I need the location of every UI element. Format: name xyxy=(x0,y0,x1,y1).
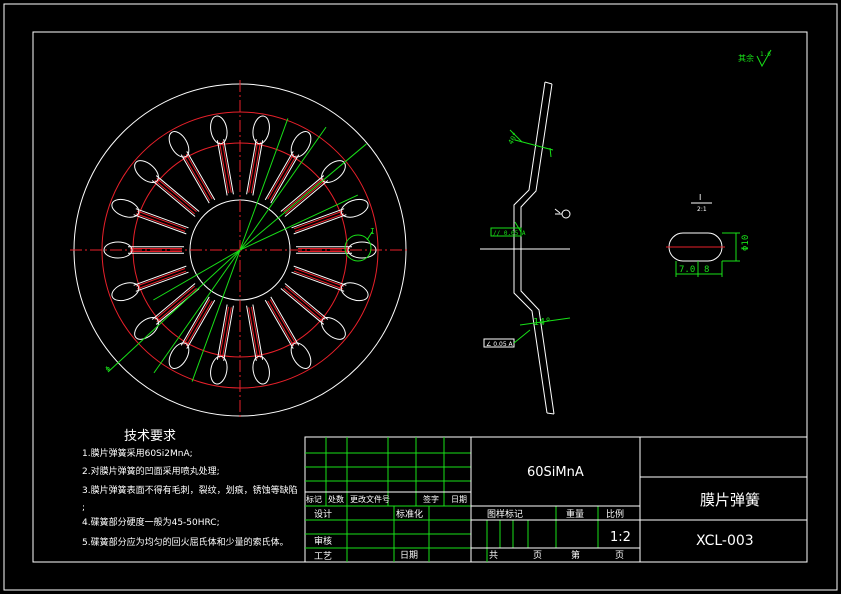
section-dim-green-1 xyxy=(514,139,554,151)
slot-edge xyxy=(151,283,196,320)
slot-edge xyxy=(151,180,196,217)
slot-end xyxy=(340,282,369,302)
slot-center xyxy=(283,288,324,323)
slot-center xyxy=(136,270,187,290)
label-page: 页 xyxy=(533,550,542,561)
slot-center xyxy=(283,177,324,212)
slot-center xyxy=(294,268,345,287)
slot-center xyxy=(135,213,186,232)
slot-center xyxy=(285,180,326,215)
construction-line xyxy=(191,249,241,382)
header-scale: 比例 xyxy=(606,508,624,520)
label-review: 审核 xyxy=(314,535,332,547)
tech-note: ; xyxy=(82,503,85,513)
slot-edge xyxy=(186,299,216,349)
slot-end xyxy=(111,282,140,302)
slot-center xyxy=(154,285,195,320)
dim-7: 7.0 xyxy=(679,265,695,275)
tolerance-leader-2 xyxy=(513,329,531,344)
tech-notes: 1.膜片弹簧采用60Si2MnA; 2.对膜片弹簧的凹面采用喷丸处理; 3.膜片… xyxy=(82,447,298,548)
slot-edge xyxy=(280,288,325,325)
slot-edge xyxy=(284,283,329,320)
rev-header-count: 处数 xyxy=(328,494,344,504)
slot-end xyxy=(111,198,140,218)
rev-header-mark: 标记 xyxy=(306,494,322,504)
tolerance-2: ∠ 0.05 A xyxy=(486,341,514,348)
section-cap-bottom xyxy=(546,412,555,415)
slot-edge xyxy=(180,296,210,346)
slot-center xyxy=(136,210,187,230)
slot-end xyxy=(252,355,270,385)
slot-center xyxy=(183,155,211,201)
slot-edge xyxy=(280,175,325,212)
slot-end xyxy=(340,198,369,218)
section-outline-outer xyxy=(513,81,548,414)
angle-14: 14° xyxy=(533,317,551,328)
rev-header-file: 更改文件号 xyxy=(350,494,390,504)
label-design: 设计 xyxy=(314,508,332,520)
slot-edge xyxy=(284,180,329,217)
dim-8: 8 xyxy=(704,265,709,275)
slot-center xyxy=(293,270,344,290)
label-process: 工艺 xyxy=(314,551,332,562)
slot-center xyxy=(267,300,295,347)
label-total: 共 xyxy=(489,550,498,561)
construction-line xyxy=(153,249,241,374)
material: 60SiMnA xyxy=(527,465,584,480)
slot-center xyxy=(135,268,186,287)
roughness-label: 其余 xyxy=(738,53,754,63)
slot-center xyxy=(154,180,195,215)
section-datum-circle xyxy=(561,209,571,219)
tech-note: 1.膜片弹簧采用60Si2MnA; xyxy=(82,447,193,459)
slot-edge xyxy=(264,299,294,349)
detail-label: I xyxy=(699,193,701,202)
slot-center xyxy=(183,299,211,345)
slot-center xyxy=(269,299,297,345)
slot-center xyxy=(156,177,197,212)
slot-edge xyxy=(270,154,300,204)
slot-center xyxy=(285,285,326,320)
dim-phi10: Φ10 xyxy=(741,235,751,251)
tech-note: 5.碟簧部分应为均匀的回火屈氏体和少量的索氏体。 xyxy=(82,536,289,548)
label-date: 日期 xyxy=(400,550,418,561)
slot-edge xyxy=(270,296,300,346)
title-block: 60SiMnA 膜片弹簧 XCL-003 1:2 标记 处数 更改文件号 签字 … xyxy=(304,436,808,563)
detail-mark: I xyxy=(370,227,375,236)
detail-view: I 2:1 Φ10 7.0 8 xyxy=(666,193,751,277)
slot-center xyxy=(294,213,345,232)
slot-center xyxy=(156,288,197,323)
tech-note: 2.对膜片弹簧的凹面采用喷丸处理; xyxy=(82,465,220,477)
scale-value: 1:2 xyxy=(610,530,631,545)
slot-edge xyxy=(155,175,200,212)
part-name: 膜片弹簧 xyxy=(700,491,760,509)
slot-end xyxy=(252,115,270,145)
front-view: I Φ xyxy=(70,80,410,420)
label-page2: 页 xyxy=(615,550,624,561)
slot-end xyxy=(210,115,228,145)
section-cap-top xyxy=(544,81,553,85)
label-standard: 标准化 xyxy=(396,508,423,520)
drawing-number: XCL-003 xyxy=(696,533,754,549)
drawing-canvas: I Φ // 0.05 A ∠ 0.05 A 14° 40° I 2:1 Φ10… xyxy=(3,3,838,591)
header-drawing-mark: 图样标记 xyxy=(487,508,523,520)
slot-center xyxy=(185,153,213,200)
rev-header-sign: 签字 xyxy=(423,494,439,504)
section-axis-mark xyxy=(554,208,561,214)
tech-title: 技术要求 xyxy=(124,429,176,444)
roughness-symbol: 其余 1.6 xyxy=(738,49,772,68)
slot-edge xyxy=(186,151,216,201)
slot-end xyxy=(210,355,228,385)
header-weight: 重量 xyxy=(566,508,584,520)
label-nth: 第 xyxy=(571,549,580,561)
section-view: // 0.05 A ∠ 0.05 A 14° 40° xyxy=(480,81,571,415)
slot-center xyxy=(269,155,297,201)
tech-note: 4.碟簧部分硬度一般为45-50HRC; xyxy=(82,516,220,528)
slot-edge xyxy=(180,154,210,204)
tech-note: 3.膜片弹簧表面不得有毛刺，裂纹，划痕，锈蚀等缺陷 xyxy=(82,484,298,496)
roughness-value: 1.6 xyxy=(760,51,771,58)
rev-header-date: 日期 xyxy=(451,495,467,504)
detail-scale: 2:1 xyxy=(697,206,707,213)
slot-edge xyxy=(264,151,294,201)
